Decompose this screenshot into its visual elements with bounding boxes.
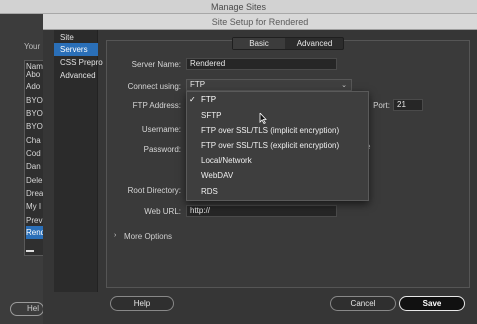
web-url-label: Web URL: [144, 207, 181, 216]
outer-help-button[interactable]: Hel [10, 302, 44, 316]
remove-site-icon[interactable] [26, 250, 34, 252]
username-label: Username: [141, 125, 181, 134]
dropdown-option-sftp[interactable]: SFTP [187, 108, 368, 123]
outer-window-title: Manage Sites [210, 2, 267, 12]
nav-item-servers[interactable]: Servers [54, 43, 98, 56]
password-label: Password: [143, 145, 181, 154]
dropdown-option-rds[interactable]: RDS [187, 184, 368, 199]
nav-item-advanced[interactable]: Advanced [54, 69, 104, 82]
dropdown-option-webdav[interactable]: WebDAV [187, 168, 368, 183]
more-options-toggle[interactable]: More Options [124, 232, 172, 241]
root-directory-label: Root Directory: [127, 186, 181, 195]
connect-using-select[interactable]: FTP ⌄ [186, 79, 352, 91]
chevron-down-icon: ⌄ [341, 82, 347, 89]
dialog-title: Site Setup for Rendered [211, 17, 309, 27]
dropdown-option-ftps-implicit[interactable]: FTP over SSL/TLS (implicit encryption) [187, 123, 368, 138]
tab-basic[interactable]: Basic [233, 38, 285, 49]
port-field[interactable]: 21 [393, 99, 423, 111]
cancel-button[interactable]: Cancel [330, 296, 396, 311]
help-button[interactable]: Help [110, 296, 174, 311]
connect-using-value: FTP [190, 80, 206, 89]
disclosure-arrow-icon[interactable]: › [114, 232, 116, 239]
save-button[interactable]: Save [399, 296, 465, 311]
server-name-label: Server Name: [131, 60, 181, 69]
connect-using-label: Connect using: [127, 82, 181, 91]
dropdown-option-ftps-explicit[interactable]: FTP over SSL/TLS (explicit encryption) [187, 138, 368, 153]
dropdown-option-local-network[interactable]: Local/Network [187, 153, 368, 168]
your-sites-label: Your [24, 42, 41, 51]
checkmark-icon: ✓ [189, 95, 196, 104]
mouse-pointer-icon [259, 113, 267, 124]
web-url-field[interactable]: http:// [186, 205, 337, 217]
server-name-field[interactable]: Rendered [186, 58, 337, 70]
nav-item-css-preprocessors[interactable]: CSS Prepro [54, 56, 104, 69]
dropdown-option-ftp[interactable]: FTP [187, 92, 368, 107]
ftp-address-label: FTP Address: [132, 101, 181, 110]
tab-advanced[interactable]: Advanced [286, 38, 343, 49]
